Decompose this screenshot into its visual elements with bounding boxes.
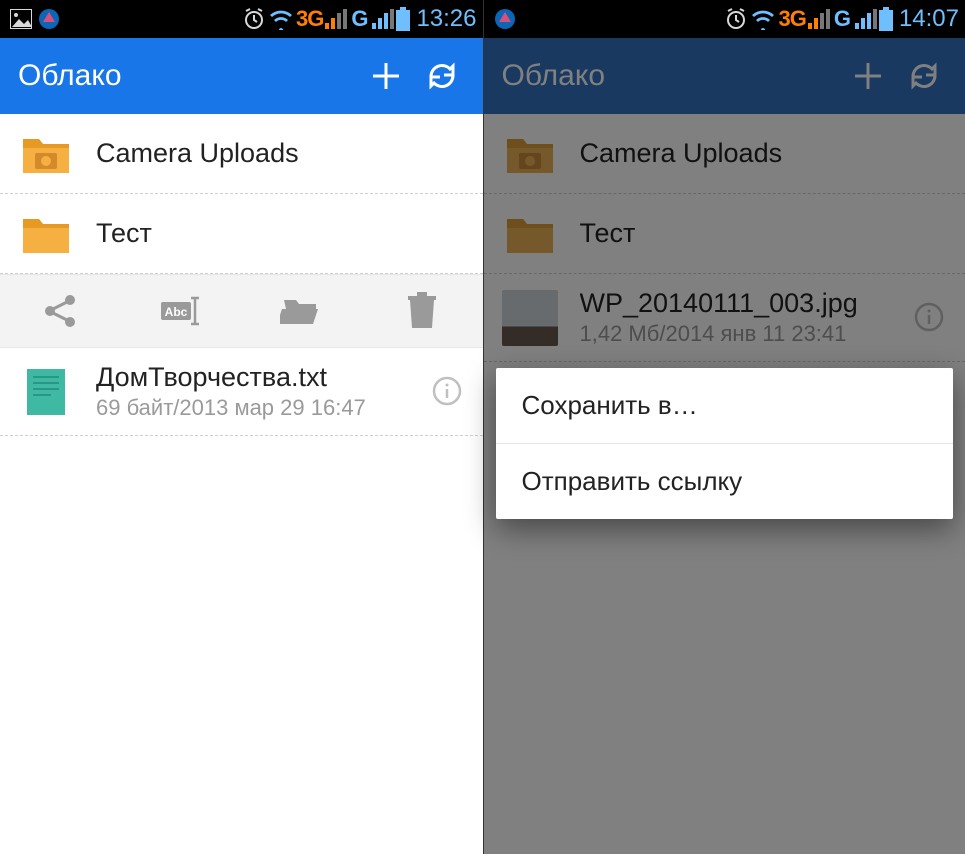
folder-open-icon: [280, 294, 324, 328]
app-badge-icon: [494, 8, 516, 30]
context-menu: Сохранить в… Отправить ссылку: [496, 368, 954, 519]
battery-icon: [396, 7, 410, 31]
battery-icon: [879, 7, 893, 31]
svg-text:Abc: Abc: [165, 305, 188, 319]
row-title: Camera Uploads: [96, 138, 465, 169]
file-list[interactable]: Camera Uploads Тест Abc: [0, 114, 483, 854]
rename-icon: Abc: [159, 296, 203, 326]
status-bar: 3G G 14:07: [484, 0, 965, 38]
file-row[interactable]: ДомТворчества.txt 69 байт/2013 мар 29 16…: [0, 348, 483, 436]
network-3g-label: 3G: [778, 6, 805, 32]
refresh-button[interactable]: [419, 53, 465, 99]
folder-label: Camera Uploads: [96, 138, 465, 169]
signal-bars-2-icon: [372, 9, 394, 29]
folder-row[interactable]: Тест: [484, 194, 965, 274]
app-bar: Облако: [484, 38, 965, 114]
action-toolbar: Abc: [0, 274, 483, 348]
file-label: WP_20140111_003.jpg 1,42 Мб/2014 янв 11 …: [580, 288, 914, 347]
network-g-label: G: [832, 6, 853, 32]
share-icon: [41, 292, 79, 330]
phone-left: 3G G 13:26 Облако Camera Uploads: [0, 0, 483, 854]
clock-text: 14:07: [895, 5, 959, 33]
image-thumbnail: [502, 290, 558, 346]
refresh-icon: [907, 59, 941, 93]
trash-icon: [406, 292, 438, 330]
row-title: WP_20140111_003.jpg: [580, 288, 914, 319]
refresh-button[interactable]: [901, 53, 947, 99]
alarm-icon: [242, 7, 266, 31]
delete-button[interactable]: [395, 284, 449, 338]
file-label: ДомТворчества.txt 69 байт/2013 мар 29 16…: [96, 362, 431, 421]
phone-right: 3G G 14:07 Облако Camera Uploads: [483, 0, 965, 854]
signal-bars-icon: [808, 9, 830, 29]
signal-bars-2-icon: [855, 9, 877, 29]
row-subtitle: 69 байт/2013 мар 29 16:47: [96, 395, 431, 421]
folder-label: Camera Uploads: [580, 138, 948, 169]
menu-send-link[interactable]: Отправить ссылку: [496, 444, 954, 519]
wifi-icon: [750, 8, 776, 30]
app-title: Облако: [18, 59, 353, 93]
info-icon: [431, 375, 463, 407]
info-button[interactable]: [913, 301, 947, 335]
app-badge-icon: [38, 8, 60, 30]
camera-folder-icon: [18, 130, 74, 178]
folder-label: Тест: [580, 218, 948, 249]
move-button[interactable]: [275, 284, 329, 338]
row-subtitle: 1,42 Мб/2014 янв 11 23:41: [580, 321, 914, 347]
share-button[interactable]: [33, 284, 87, 338]
app-bar: Облако: [0, 38, 483, 114]
rename-button[interactable]: Abc: [154, 284, 208, 338]
wifi-icon: [268, 8, 294, 30]
add-button[interactable]: [363, 53, 409, 99]
row-title: Тест: [580, 218, 948, 249]
row-title: ДомТворчества.txt: [96, 362, 431, 393]
row-title: Тест: [96, 218, 465, 249]
signal-bars-icon: [325, 9, 347, 29]
network-g-label: G: [349, 6, 370, 32]
app-title: Облако: [502, 59, 836, 93]
text-file-icon: [18, 368, 74, 416]
info-icon: [913, 301, 945, 333]
folder-row[interactable]: Тест: [0, 194, 483, 274]
alarm-icon: [724, 7, 748, 31]
add-button[interactable]: [845, 53, 891, 99]
picture-icon: [10, 9, 32, 29]
menu-save-to[interactable]: Сохранить в…: [496, 368, 954, 444]
folder-row[interactable]: Camera Uploads: [484, 114, 965, 194]
file-row[interactable]: WP_20140111_003.jpg 1,42 Мб/2014 янв 11 …: [484, 274, 965, 362]
camera-folder-icon: [502, 130, 558, 178]
info-button[interactable]: [431, 375, 465, 409]
row-title: Camera Uploads: [580, 138, 948, 169]
plus-icon: [369, 59, 403, 93]
folder-icon: [18, 210, 74, 258]
folder-icon: [502, 210, 558, 258]
network-3g-label: 3G: [296, 6, 323, 32]
folder-row[interactable]: Camera Uploads: [0, 114, 483, 194]
clock-text: 13:26: [412, 5, 476, 33]
status-bar: 3G G 13:26: [0, 0, 483, 38]
folder-label: Тест: [96, 218, 465, 249]
plus-icon: [851, 59, 885, 93]
refresh-icon: [425, 59, 459, 93]
